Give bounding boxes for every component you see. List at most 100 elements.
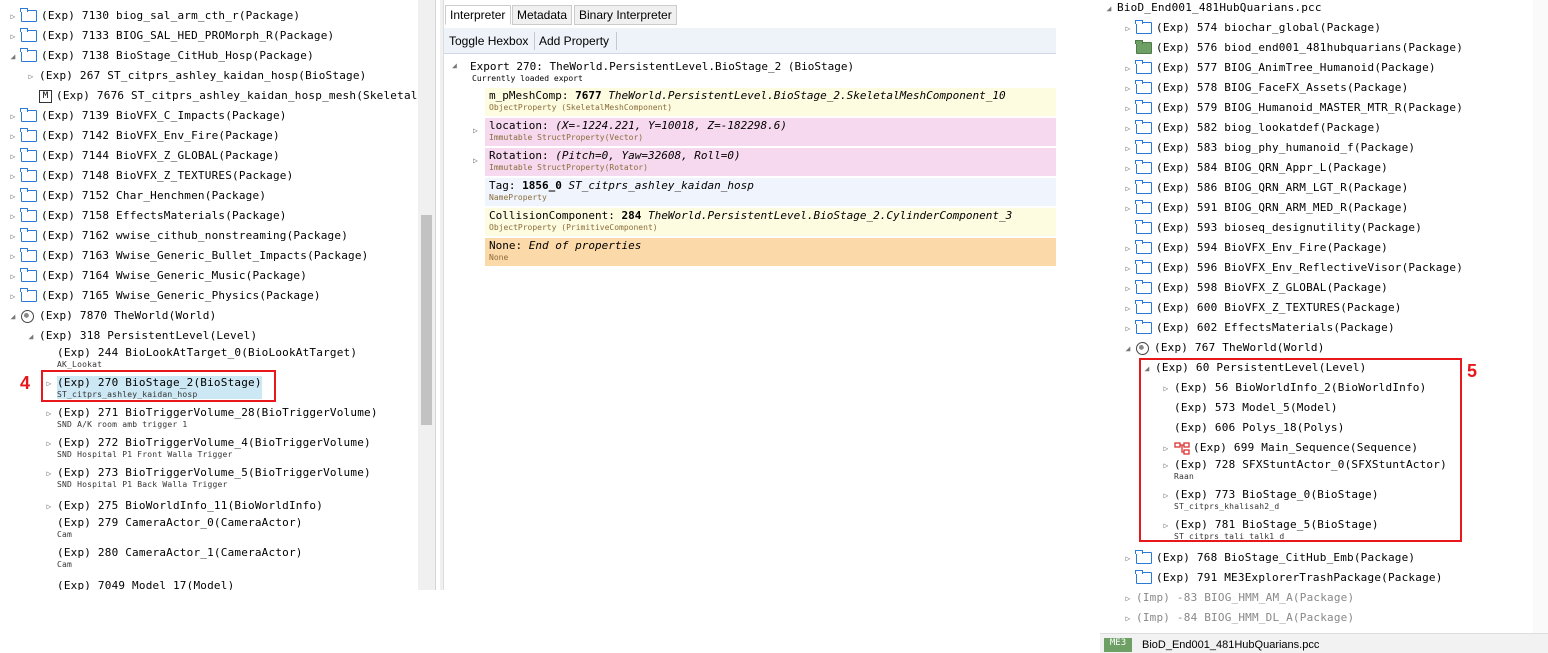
- left-tree-item[interactable]: ▷ (Exp) 7133 BIOG_SAL_HED_PROMorph_R(Pack…: [8, 26, 334, 46]
- expand-arrow-icon[interactable]: ▷: [1123, 24, 1133, 33]
- right-tree-item[interactable]: ▷ (Exp) 578 BIOG_FaceFX_Assets(Package): [1123, 78, 1408, 98]
- left-scroll-thumb[interactable]: [421, 215, 432, 425]
- left-tree-item[interactable]: ▷ (Exp) 7142 BioVFX_Env_Fire(Package): [8, 126, 280, 146]
- expand-arrow-icon[interactable]: ▷: [8, 272, 18, 281]
- left-tree-item[interactable]: ▷ (Exp) 7152 Char_Henchmen(Package): [8, 186, 266, 206]
- expand-arrow-icon[interactable]: ▷: [1123, 614, 1133, 623]
- left-tree-item[interactable]: M (Exp) 7676 ST_citprs_ashley_kaidan_hosp…: [26, 86, 424, 106]
- expand-arrow-icon[interactable]: ▷: [44, 409, 54, 418]
- left-tree-item[interactable]: ▷ (Exp) 7144 BioVFX_Z_GLOBAL(Package): [8, 146, 280, 166]
- expand-arrow-icon[interactable]: ▷: [473, 126, 478, 135]
- expand-arrow-icon[interactable]: ▷: [1123, 204, 1133, 213]
- right-tree-item[interactable]: (Exp) 791 ME3ExplorerTrashPackage(Packag…: [1123, 568, 1443, 588]
- expand-arrow-icon[interactable]: ▷: [8, 212, 18, 221]
- collapse-arrow-icon[interactable]: ◢: [8, 52, 18, 61]
- right-tree-item[interactable]: ▷ (Exp) 582 biog_lookatdef(Package): [1123, 118, 1381, 138]
- expand-arrow-icon[interactable]: ▷: [8, 252, 18, 261]
- right-tree-item[interactable]: ◢ BioD_End001_481HubQuarians.pcc: [1104, 0, 1322, 18]
- expand-arrow-icon[interactable]: ▷: [473, 156, 478, 165]
- property-row[interactable]: Rotation: (Pitch=0, Yaw=32608, Roll=0) Im…: [485, 148, 1056, 176]
- expand-arrow-icon[interactable]: ▷: [1123, 64, 1133, 73]
- left-tree-item[interactable]: ▷ (Exp) 273 BioTriggerVolume_5(BioTrigger…: [44, 466, 371, 496]
- property-row[interactable]: location: (X=-1224.221, Y=10018, Z=-1822…: [485, 118, 1056, 146]
- expand-arrow-icon[interactable]: ▷: [1123, 244, 1133, 253]
- right-tree-item[interactable]: ▷ (Imp) -84 BIOG_HMM_DL_A(Package): [1123, 608, 1354, 628]
- right-tree-item[interactable]: ▷ (Exp) 591 BIOG_QRN_ARM_MED_R(Package): [1123, 198, 1408, 218]
- export-expander[interactable]: ◢: [452, 61, 457, 70]
- expand-arrow-icon[interactable]: ▷: [1123, 554, 1133, 563]
- left-tree-item[interactable]: ◢ (Exp) 7138 BioStage_CitHub_Hosp(Package…: [8, 46, 314, 66]
- right-tree-item[interactable]: ▷ (Exp) 602 EffectsMaterials(Package): [1123, 318, 1395, 338]
- left-tree-item[interactable]: ▷ (Exp) 7158 EffectsMaterials(Package): [8, 206, 287, 226]
- add-property-button[interactable]: Add Property: [539, 34, 609, 48]
- left-tree-item[interactable]: ◢ (Exp) 7870 TheWorld(World): [8, 306, 216, 326]
- left-tree-item[interactable]: ▷ (Exp) 7165 Wwise_Generic_Physics(Packag…: [8, 286, 321, 306]
- expand-arrow-icon[interactable]: ▷: [44, 469, 54, 478]
- expand-arrow-icon[interactable]: ▷: [8, 12, 18, 21]
- left-tree-item[interactable]: (Exp) 280 CameraActor_1(CameraActor) Cam: [44, 546, 303, 576]
- expand-arrow-icon[interactable]: ▷: [1123, 264, 1133, 273]
- expand-arrow-icon[interactable]: ▷: [8, 172, 18, 181]
- left-tree-item[interactable]: ▷ (Exp) 7162 wwise_cithub_nonstreaming(Pa…: [8, 226, 348, 246]
- right-tree-item[interactable]: ▷ (Exp) 574 biochar_global(Package): [1123, 18, 1381, 38]
- collapse-arrow-icon[interactable]: ◢: [1104, 4, 1114, 13]
- splitter[interactable]: [440, 0, 444, 590]
- expand-arrow-icon[interactable]: ▷: [44, 439, 54, 448]
- expand-arrow-icon[interactable]: ▷: [8, 192, 18, 201]
- left-tree-item[interactable]: ▷ (Exp) 267 ST_citprs_ashley_kaidan_hosp(…: [26, 66, 366, 86]
- right-tree-item[interactable]: (Exp) 593 bioseq_designutility(Package): [1123, 218, 1422, 238]
- collapse-arrow-icon[interactable]: ◢: [26, 332, 36, 341]
- left-tree-item[interactable]: ▷ (Exp) 7163 Wwise_Generic_Bullet_Impacts…: [8, 246, 368, 266]
- right-tree-item[interactable]: ▷ (Exp) 594 BioVFX_Env_Fire(Package): [1123, 238, 1388, 258]
- expand-arrow-icon[interactable]: ▷: [1123, 124, 1133, 133]
- right-tree-item[interactable]: ▷ (Exp) 577 BIOG_AnimTree_Humanoid(Packag…: [1123, 58, 1436, 78]
- expand-arrow-icon[interactable]: ▷: [1123, 184, 1133, 193]
- tab-binary-interpreter[interactable]: Binary Interpreter: [574, 5, 677, 25]
- right-tree-item[interactable]: ▷ (Exp) 579 BIOG_Humanoid_MASTER_MTR_R(Pa…: [1123, 98, 1463, 118]
- expand-arrow-icon[interactable]: ▷: [1123, 104, 1133, 113]
- tab-metadata[interactable]: Metadata: [512, 5, 572, 25]
- expand-arrow-icon[interactable]: ▷: [1123, 594, 1133, 603]
- left-tree-item[interactable]: (Exp) 7049 Model_17(Model): [44, 576, 234, 590]
- expand-arrow-icon[interactable]: ▷: [44, 502, 54, 511]
- left-tree-item[interactable]: ▷ (Exp) 271 BioTriggerVolume_28(BioTrigge…: [44, 406, 378, 436]
- right-tree-item[interactable]: ▷ (Exp) 596 BioVFX_Env_ReflectiveVisor(Pa…: [1123, 258, 1463, 278]
- expand-arrow-icon[interactable]: ▷: [8, 132, 18, 141]
- expand-arrow-icon[interactable]: ▷: [8, 292, 18, 301]
- expand-arrow-icon[interactable]: ▷: [1123, 324, 1133, 333]
- right-tree-item[interactable]: ▷ (Exp) 584 BIOG_QRN_Appr_L(Package): [1123, 158, 1388, 178]
- property-row[interactable]: Tag: 1856_0 ST_citprs_ashley_kaidan_hosp…: [485, 178, 1056, 206]
- right-tree-item[interactable]: (Exp) 576 biod_end001_481hubquarians(Pac…: [1123, 38, 1463, 58]
- expand-arrow-icon[interactable]: ▷: [1123, 84, 1133, 93]
- left-tree-item[interactable]: ▷ (Exp) 275 BioWorldInfo_11(BioWorldInfo): [44, 496, 323, 516]
- expand-arrow-icon[interactable]: ▷: [8, 32, 18, 41]
- expand-arrow-icon[interactable]: ▷: [8, 232, 18, 241]
- expand-arrow-icon[interactable]: ▷: [1123, 144, 1133, 153]
- expand-arrow-icon[interactable]: ▷: [1123, 164, 1133, 173]
- right-scrollbar[interactable]: [1533, 0, 1548, 633]
- expand-arrow-icon[interactable]: ▷: [1123, 304, 1133, 313]
- right-tree-item[interactable]: ▷ (Imp) -83 BIOG_HMM_AM_A(Package): [1123, 588, 1354, 608]
- toggle-hexbox-button[interactable]: Toggle Hexbox: [449, 34, 528, 48]
- left-scrollbar[interactable]: [418, 0, 435, 590]
- expand-arrow-icon[interactable]: ▷: [8, 112, 18, 121]
- collapse-arrow-icon[interactable]: ◢: [1123, 344, 1133, 353]
- right-tree-item[interactable]: ▷ (Exp) 768 BioStage_CitHub_Emb(Package): [1123, 548, 1415, 568]
- right-tree-item[interactable]: ▷ (Exp) 600 BioVFX_Z_TEXTURES(Package): [1123, 298, 1402, 318]
- left-tree-item[interactable]: ▷ (Exp) 7164 Wwise_Generic_Music(Package): [8, 266, 307, 286]
- right-tree-item[interactable]: ◢ (Exp) 767 TheWorld(World): [1123, 338, 1325, 358]
- right-tree-item[interactable]: ▷ (Exp) 586 BIOG_QRN_ARM_LGT_R(Package): [1123, 178, 1408, 198]
- expand-arrow-icon[interactable]: ▷: [26, 72, 36, 81]
- expand-arrow-icon[interactable]: ▷: [1123, 284, 1133, 293]
- right-tree-item[interactable]: ▷ (Exp) 583 biog_phy_humanoid_f(Package): [1123, 138, 1415, 158]
- tab-interpreter[interactable]: Interpreter: [445, 5, 511, 25]
- right-tree-item[interactable]: ▷ (Exp) 598 BioVFX_Z_GLOBAL(Package): [1123, 278, 1388, 298]
- left-tree-item[interactable]: ▷ (Exp) 272 BioTriggerVolume_4(BioTrigger…: [44, 436, 371, 466]
- left-tree-item[interactable]: ▷ (Exp) 7148 BioVFX_Z_TEXTURES(Package): [8, 166, 293, 186]
- expand-arrow-icon[interactable]: ▷: [8, 152, 18, 161]
- collapse-arrow-icon[interactable]: ◢: [8, 312, 18, 321]
- property-row[interactable]: CollisionComponent: 284 TheWorld.Persist…: [485, 208, 1056, 236]
- left-tree-item[interactable]: ◢ (Exp) 318 PersistentLevel(Level): [26, 326, 257, 346]
- left-tree-item[interactable]: (Exp) 279 CameraActor_0(CameraActor) Cam: [44, 516, 303, 546]
- property-row[interactable]: None: End of properties None: [485, 238, 1056, 266]
